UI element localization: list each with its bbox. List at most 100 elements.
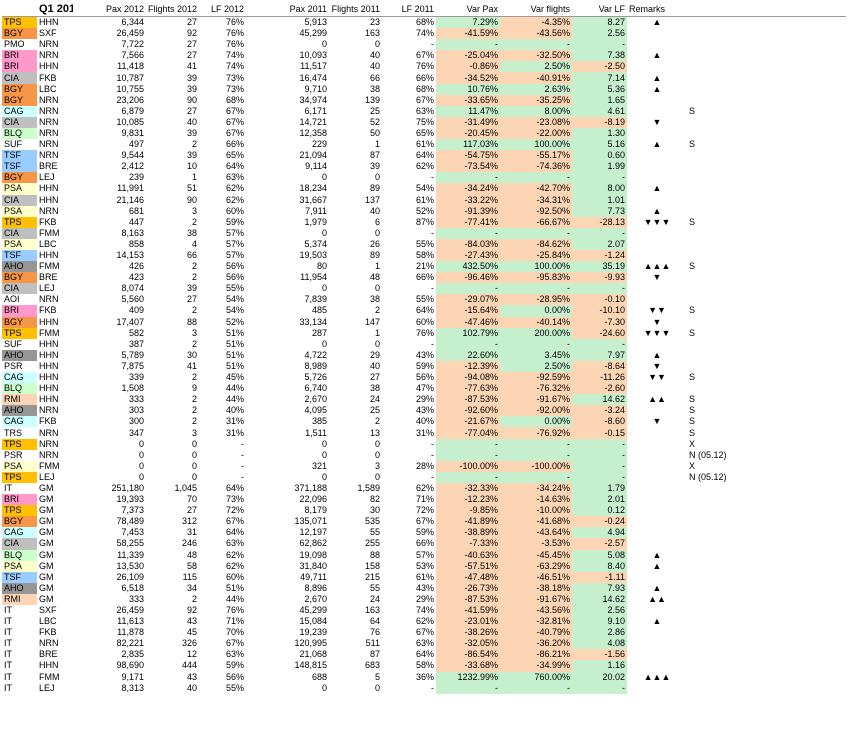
destination-airport: NRN [39,94,59,105]
pax-2012: 423 [128,272,144,283]
trend-arrows: ▼▼▼ [643,216,671,227]
lf-2012: 74% [225,61,244,72]
table-row: BGY HHN 17,407 88 52% 33,134 147 60% -47.46% -40.… [2,316,846,328]
var-lf: 1.99 [572,161,627,173]
flights-2011: 2 [374,416,380,427]
lf-2011: 36% [415,671,434,682]
lf-2012: 51% [225,582,244,593]
destination-airport: HHN [39,250,59,261]
lf-2012: 45% [225,372,244,383]
lf-2011: 61% [415,194,434,205]
pax-2011: 19,239 [299,627,327,638]
lf-2011: - [431,471,434,482]
var-lf: 8.40 [572,560,627,572]
origin-airport: TPS [2,438,37,450]
flights-2011: 0 [374,283,380,294]
remark [687,84,846,95]
flights-2012: 2 [191,593,197,604]
var-flights: 100.00% [500,261,572,273]
var-lf: 1.16 [572,660,627,672]
lf-2012: 60% [225,205,244,216]
pax-2011: 229 [311,139,327,150]
lf-2012: 57% [225,238,244,249]
pax-2012: 6,344 [121,17,144,28]
pax-2011: 287 [311,327,327,338]
trend-arrows: ▼ [652,272,662,283]
pax-2011: 19,098 [299,549,327,560]
var-pax: 7.29% [436,16,500,29]
var-flights: 200.00% [500,327,572,339]
trend-arrows [627,383,687,394]
flights-2012: 444 [181,660,197,671]
flights-2012: 9 [191,383,197,394]
trend-arrows: ▲ [652,205,662,216]
lf-2011: - [431,172,434,183]
origin-airport: CIA [2,194,37,206]
var-lf: 0.60 [572,150,627,162]
flights-2012: 39 [186,150,197,161]
pax-2012: 11,613 [117,616,144,627]
var-lf: 0.12 [572,505,627,517]
origin-airport: CAG [2,105,37,117]
origin-airport: IT [2,682,37,694]
trend-arrows: ▼ [652,416,662,427]
remark [687,505,846,516]
pax-2011: 12,358 [299,127,327,138]
destination-airport: LEJ [39,471,55,482]
origin-airport: TPS [2,327,37,339]
flights-2012: 70 [186,494,197,505]
origin-airport: IT [2,638,37,650]
var-pax: -33.65% [436,94,500,106]
header-row: Q1 2012 Pax 2012 Flights 2012 LF 2012 Pa… [2,2,846,17]
var-lf: -8.60 [572,416,627,428]
remark [687,583,846,594]
trend-arrows [627,250,687,261]
flights-2011: 48 [369,272,380,283]
lf-2012: 55% [225,682,244,693]
pax-2012: 26,109 [116,571,144,582]
var-lf: 14.62 [572,394,627,406]
destination-airport: FMM [39,327,60,338]
var-flights: -22.00% [500,127,572,140]
pax-2011: 8,179 [304,505,327,516]
lf-2011: 47% [415,383,434,394]
var-flights: -28.95% [500,294,572,306]
var-lf: 4.61 [572,105,627,117]
flights-2011: 3 [374,460,380,471]
table-row: CIA LEJ 8,074 39 55% 0 0- - - - [2,283,846,295]
var-flights: - [500,172,572,184]
pax-2012: 858 [128,238,144,249]
var-lf: 4.08 [572,638,627,650]
remark [687,483,846,494]
var-flights: -76.32% [500,383,572,395]
flights-2011: 24 [369,394,380,405]
flights-2011: 0 [374,438,380,449]
destination-airport: HHN [39,338,59,349]
trend-arrows: ▲▲ [648,394,666,405]
pax-2012: 7,875 [121,360,144,371]
lf-2012: 52% [225,316,244,327]
table-row: TSF GM 26,109 115 60% 49,711 215 61% -47.48% -46.… [2,571,846,583]
pax-2011: 14,721 [299,116,327,127]
pax-2011: 0 [321,682,327,693]
pax-2011: 120,995 [294,638,327,649]
destination-airport: FKB [39,416,57,427]
flights-2012: 115 [182,571,197,582]
remark: S [689,105,696,116]
var-flights: -91.67% [500,593,572,605]
lf-2011: 29% [415,394,434,405]
pax-2012: 251,180 [111,482,144,493]
pax-2012: 7,722 [121,39,144,50]
remark [687,339,846,350]
lf-2011: - [431,283,434,294]
var-pax: -54.75% [436,150,500,162]
pax-2012: 447 [128,216,144,227]
flights-2012: 2 [191,261,197,272]
flights-2012: 12 [186,649,197,660]
lf-2012: 63% [225,172,244,183]
lf-2011: 66% [415,72,434,83]
var-pax: -92.60% [436,405,500,417]
destination-airport: LBC [39,238,57,249]
trend-arrows [627,660,687,671]
remark [687,516,846,527]
